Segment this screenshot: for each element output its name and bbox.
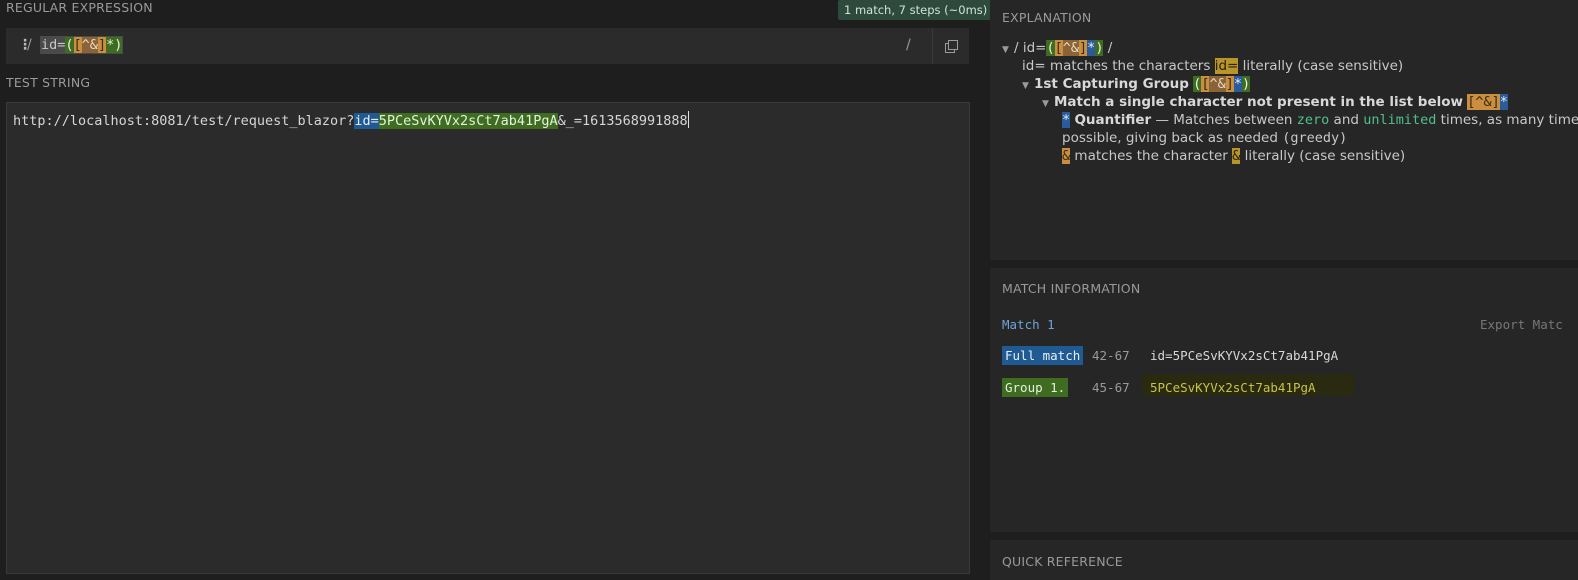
test-string-editor[interactable]: http://localhost:8081/test/request_blazo… bbox=[6, 102, 970, 574]
regex-class-body-token: ^& bbox=[81, 37, 98, 53]
full-match-value[interactable]: id=5PCeSvKYVx2sCt7ab41PgA bbox=[1150, 348, 1338, 363]
regex-quantifier-token: * bbox=[106, 37, 115, 53]
collapse-triangle-icon[interactable]: ▼ bbox=[1002, 45, 1014, 55]
group-1-label: Group 1. bbox=[1002, 378, 1069, 397]
explanation-root[interactable]: ▼ / id=([^&]*) / bbox=[1002, 40, 1112, 56]
explanation-class-line[interactable]: ▼ Match a single character not present in… bbox=[1042, 94, 1508, 110]
full-match-label: Full match bbox=[1002, 346, 1084, 365]
explanation-literal-line: id= matches the characters id= literally… bbox=[1022, 58, 1404, 74]
group-match-highlight: 5PCeSvKYVx2sCt7ab41PgA bbox=[378, 113, 558, 129]
full-match-range: 42-67 bbox=[1092, 348, 1130, 363]
test-string-prefix: http://localhost:8081/test/request_blazo… bbox=[13, 113, 355, 129]
match-information-title: MATCH INFORMATION bbox=[1002, 281, 1141, 296]
regex-group-close-token: ) bbox=[114, 37, 123, 53]
collapse-triangle-icon[interactable]: ▼ bbox=[1042, 99, 1054, 109]
full-match-highlight: id= bbox=[354, 113, 379, 129]
test-string-suffix: &_=1613568991888 bbox=[557, 113, 688, 129]
regex-literal-token: id= bbox=[41, 37, 66, 53]
regex-open-delimiter: / bbox=[27, 37, 32, 53]
explanation-quantifier-line-2: possible, giving back as needed (greedy) bbox=[1062, 130, 1348, 146]
regex-pattern[interactable]: id=([^&]*) bbox=[40, 36, 124, 54]
text-caret bbox=[687, 111, 689, 128]
explanation-group-line[interactable]: ▼ 1st Capturing Group ([^&]*) bbox=[1022, 76, 1251, 92]
match-status-badge: 1 match, 7 steps (~0ms) bbox=[838, 0, 994, 20]
explanation-panel: EXPLANATION ▼ / id=([^&]*) / id= matches … bbox=[990, 0, 1578, 260]
explanation-quantifier-line: * Quantifier — Matches between zero and … bbox=[1062, 112, 1578, 128]
quick-reference-title: QUICK REFERENCE bbox=[1002, 554, 1123, 569]
collapse-triangle-icon[interactable]: ▼ bbox=[1022, 81, 1034, 91]
regex-class-close-token: ] bbox=[97, 37, 107, 53]
regex-group-open-token: ( bbox=[65, 37, 74, 53]
explanation-ampersand-line: & matches the character & literally (cas… bbox=[1062, 148, 1406, 164]
copy-regex-button[interactable] bbox=[932, 28, 969, 64]
group-1-range: 45-67 bbox=[1092, 380, 1130, 395]
match-1-label: Match 1 bbox=[1002, 317, 1055, 332]
test-string-text: http://localhost:8081/test/request_blazo… bbox=[13, 111, 689, 129]
regex-section-label: REGULAR EXPRESSION bbox=[6, 0, 153, 15]
group-1-value[interactable]: 5PCeSvKYVx2sCt7ab41PgA bbox=[1150, 380, 1316, 395]
match-information-panel: MATCH INFORMATION Match 1 Export Matc Fu… bbox=[990, 268, 1578, 532]
test-string-label: TEST STRING bbox=[6, 75, 91, 90]
regex-input[interactable]: ⋮ / id=([^&]*) / bbox=[6, 28, 969, 64]
explanation-title: EXPLANATION bbox=[1002, 10, 1092, 25]
export-matches-button[interactable]: Export Matc bbox=[1480, 317, 1563, 332]
regex-class-open-token: [ bbox=[73, 37, 82, 53]
quick-reference-panel[interactable]: QUICK REFERENCE bbox=[990, 540, 1578, 580]
copy-icon bbox=[945, 40, 958, 53]
regex-flags-delimiter[interactable]: / bbox=[906, 37, 911, 53]
